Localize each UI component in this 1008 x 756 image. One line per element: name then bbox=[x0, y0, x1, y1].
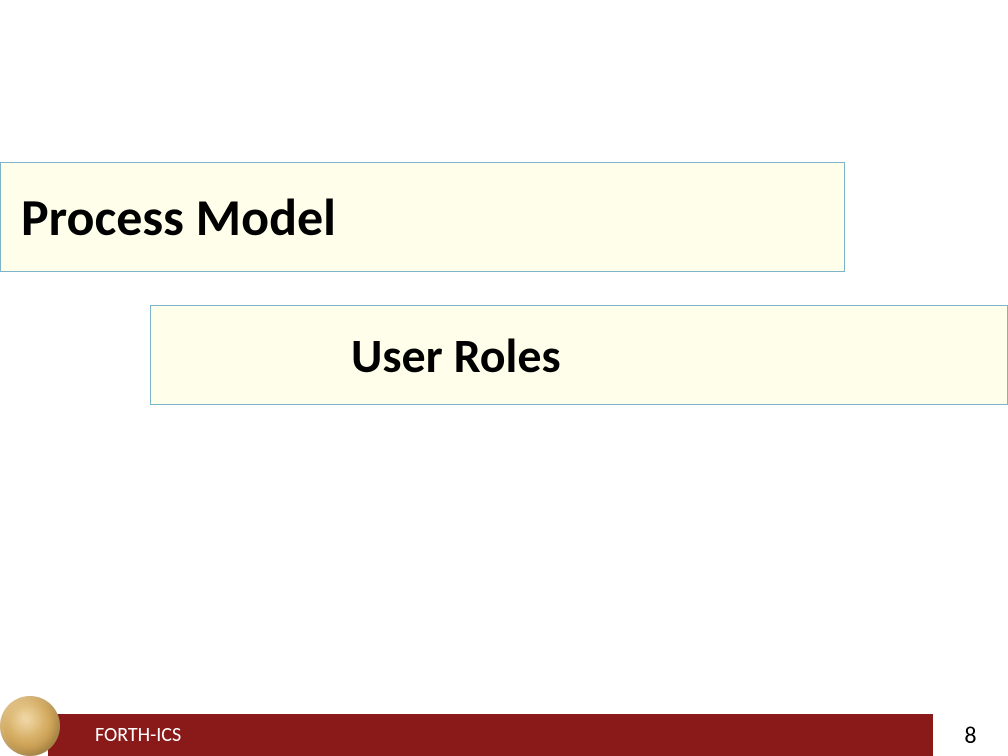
footer-organization: FORTH-ICS bbox=[95, 714, 181, 756]
slide-title-secondary: User Roles bbox=[351, 326, 561, 385]
title-box-secondary: User Roles bbox=[150, 305, 1008, 405]
forth-logo-icon bbox=[0, 696, 60, 756]
slide-title-primary: Process Model bbox=[21, 185, 336, 249]
title-box-primary: Process Model bbox=[0, 162, 845, 272]
footer-bar bbox=[48, 714, 1008, 756]
slide-footer: FORTH-ICS 8 bbox=[0, 714, 1008, 756]
page-number: 8 bbox=[933, 714, 1008, 756]
